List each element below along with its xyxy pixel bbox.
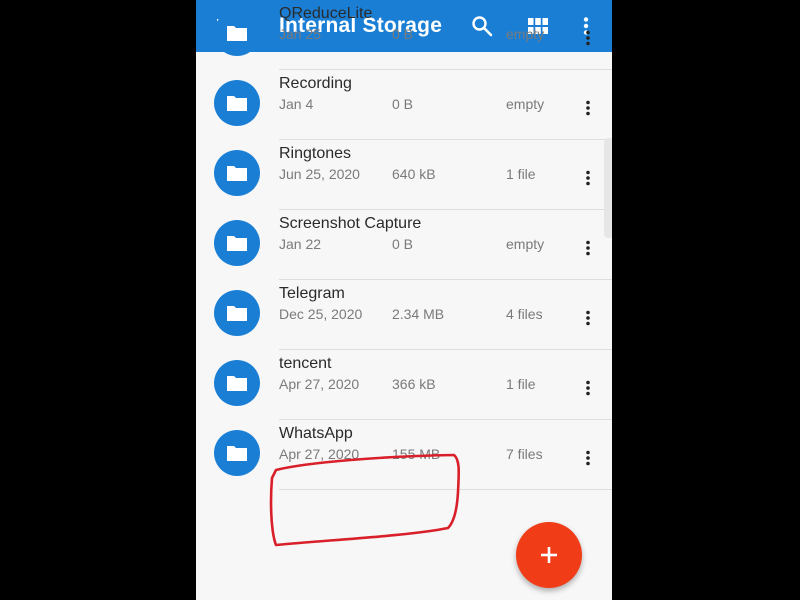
folder-date: Jan 4: [279, 96, 314, 112]
folder-options-button[interactable]: [576, 166, 600, 190]
folder-size: 366 kB: [392, 376, 436, 392]
more-vert-icon: [586, 380, 590, 396]
folder-options-button[interactable]: [576, 306, 600, 330]
folder-icon: [227, 446, 247, 461]
folder-options-button[interactable]: [576, 26, 600, 50]
file-manager-screen: Internal Storage QReduceLite Jan 25 0 B …: [196, 0, 612, 600]
folder-size: 0 B: [392, 236, 414, 252]
folder-options-button[interactable]: [576, 236, 600, 260]
folder-name: QReduceLite: [279, 5, 373, 22]
folder-row[interactable]: Ringtones Jun 25, 2020 640 kB 1 file: [196, 140, 612, 210]
folder-row[interactable]: Recording Jan 4 0 B empty: [196, 70, 612, 140]
scrollbar[interactable]: [604, 138, 612, 238]
folder-name: Screenshot Capture: [279, 215, 422, 232]
folder-size: 155 MB: [392, 446, 441, 462]
folder-row[interactable]: Telegram Dec 25, 2020 2.34 MB 4 files: [196, 280, 612, 350]
folder-row[interactable]: tencent Apr 27, 2020 366 kB 1 file: [196, 350, 612, 420]
folder-item-count: empty: [506, 96, 545, 112]
folder-date: Jun 25, 2020: [279, 166, 360, 182]
row-divider: [279, 489, 612, 490]
folder-avatar: [214, 290, 260, 336]
folder-avatar: [214, 430, 260, 476]
folder-size: 640 kB: [392, 166, 436, 182]
more-vert-icon: [586, 170, 590, 186]
folder-name: Recording: [279, 75, 352, 92]
folder-date: Dec 25, 2020: [279, 306, 363, 322]
plus-icon: [541, 547, 557, 563]
more-vert-icon: [586, 240, 590, 256]
folder-item-count: empty: [506, 26, 545, 42]
folder-size: 0 B: [392, 26, 414, 42]
more-vert-icon: [586, 310, 590, 326]
folder-icon: [227, 376, 247, 391]
folder-item-count: 4 files: [506, 306, 543, 322]
folder-size: 2.34 MB: [392, 306, 445, 322]
folder-name: WhatsApp: [279, 425, 353, 442]
folder-date: Apr 27, 2020: [279, 446, 360, 462]
folder-row[interactable]: WhatsApp Apr 27, 2020 155 MB 7 files: [196, 420, 612, 490]
folder-options-button[interactable]: [576, 96, 600, 120]
more-vert-icon: [586, 450, 590, 466]
folder-item-count: 1 file: [506, 166, 536, 182]
folder-avatar: [214, 80, 260, 126]
folder-avatar: [214, 150, 260, 196]
folder-avatar: [214, 10, 260, 56]
folder-icon: [227, 306, 247, 321]
folder-options-button[interactable]: [576, 446, 600, 470]
folder-icon: [227, 26, 247, 41]
more-vert-icon: [586, 100, 590, 116]
folder-row[interactable]: Screenshot Capture Jan 22 0 B empty: [196, 210, 612, 280]
folder-avatar: [214, 220, 260, 266]
more-vert-icon: [586, 30, 590, 46]
folder-row[interactable]: QReduceLite Jan 25 0 B empty: [196, 0, 612, 70]
folder-date: Jan 25: [279, 26, 322, 42]
folder-item-count: empty: [506, 236, 545, 252]
folder-icon: [227, 166, 247, 181]
folder-avatar: [214, 360, 260, 406]
folder-name: Ringtones: [279, 145, 352, 162]
folder-icon: [227, 96, 247, 111]
folder-item-count: 7 files: [506, 446, 543, 462]
add-button[interactable]: [516, 522, 582, 588]
folder-date: Jan 22: [279, 236, 322, 252]
folder-date: Apr 27, 2020: [279, 376, 360, 392]
folder-icon: [227, 236, 247, 251]
folder-options-button[interactable]: [576, 376, 600, 400]
folder-name: tencent: [279, 355, 332, 372]
folder-name: Telegram: [279, 285, 345, 302]
folder-size: 0 B: [392, 96, 414, 112]
folder-item-count: 1 file: [506, 376, 536, 392]
